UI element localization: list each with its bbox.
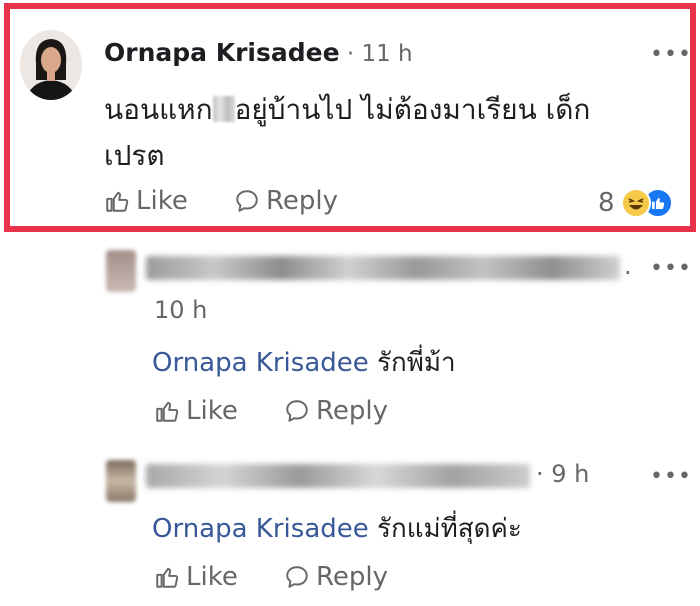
thumbs-up-icon (156, 401, 179, 422)
thumbs-up-icon (156, 567, 179, 588)
comment-bubble-icon (286, 400, 308, 422)
separator: · (339, 41, 362, 67)
comment-text-part2: อยู่บ้านไป ไม่ต้องมาเรียน เด็ก (234, 93, 591, 126)
censored-word (212, 96, 235, 122)
reply-trailing-dot: . (624, 252, 632, 280)
author-name[interactable]: Ornapa Krisadee (104, 38, 340, 67)
reply-button[interactable]: Reply (284, 396, 388, 426)
avatar-photo (20, 30, 82, 100)
reply-message: รักแม่ที่สุดค่ะ (377, 514, 522, 544)
like-label: Like (186, 562, 238, 592)
reply-label: Reply (266, 186, 339, 216)
more-options-icon[interactable]: ••• (650, 44, 692, 66)
reaction-summary[interactable]: 8 (598, 188, 673, 218)
mention-link[interactable]: Ornapa Krisadee (152, 514, 369, 544)
more-options-icon[interactable]: ••• (650, 258, 692, 280)
blurred-author-name[interactable] (146, 464, 530, 488)
reply-avatar[interactable] (106, 460, 136, 502)
comment-bubble-icon (286, 566, 308, 588)
reaction-count: 8 (598, 188, 615, 218)
reply-label: Reply (316, 562, 389, 592)
comment-time[interactable]: 11 h (361, 41, 412, 67)
reply-text: Ornapa Krisadee รักพี่ม้า (152, 342, 456, 383)
more-options-icon[interactable]: ••• (650, 466, 692, 488)
reply-avatar[interactable] (106, 250, 136, 292)
comment-text-part3: เปรต (104, 139, 165, 172)
thumbs-up-icon (106, 191, 129, 212)
mention-link[interactable]: Ornapa Krisadee (152, 348, 369, 378)
comment-text-part1: นอนแหก (104, 93, 213, 126)
comment-header: Ornapa Krisadee · 11 h (104, 38, 413, 67)
reply-time[interactable]: · 9 h (536, 460, 589, 488)
comment-text: นอนแหก อยู่บ้านไป ไม่ต้องมาเรียน เด็ก เปร… (104, 87, 664, 179)
like-button[interactable]: Like (104, 186, 188, 216)
like-button[interactable]: Like (154, 562, 238, 592)
reply-button[interactable]: Reply (234, 186, 338, 216)
reply-text: Ornapa Krisadee รักแม่ที่สุดค่ะ (152, 508, 522, 549)
reply-label: Reply (316, 396, 389, 426)
like-button[interactable]: Like (154, 396, 238, 426)
reply-time[interactable]: 10 h (154, 296, 207, 324)
reply-message: รักพี่ม้า (377, 348, 456, 378)
like-label: Like (186, 396, 238, 426)
avatar[interactable] (20, 30, 82, 100)
comment-bubble-icon (236, 190, 258, 212)
reply-button[interactable]: Reply (284, 562, 388, 592)
like-label: Like (136, 186, 188, 216)
haha-reaction-icon (620, 188, 651, 218)
blurred-author-name[interactable] (146, 256, 620, 280)
